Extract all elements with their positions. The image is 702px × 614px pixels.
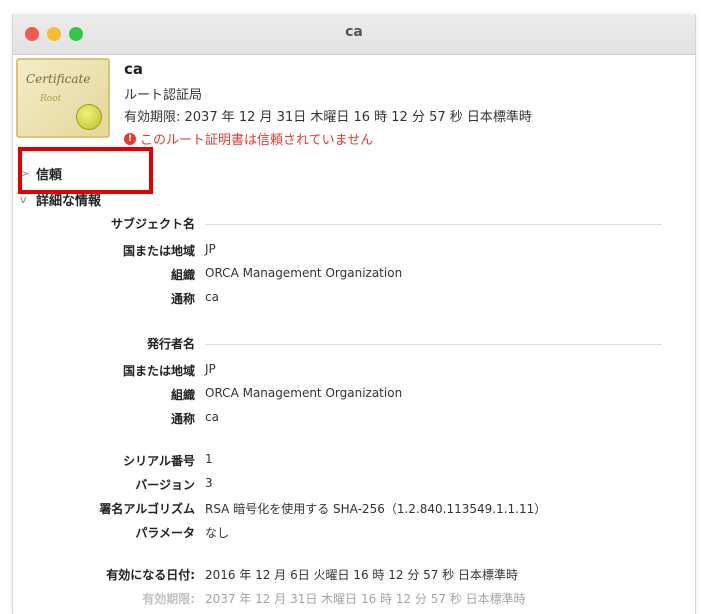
table-row: 有効期限: 2037 年 12 月 31日 木曜日 16 時 12 分 57 秒… — [0, 590, 682, 610]
certificate-icon-subscript: Root — [40, 94, 62, 104]
field-value: 2037 年 12 月 31日 木曜日 16 時 12 分 57 秒 日本標準時 — [205, 592, 526, 606]
window-title: ca — [345, 24, 363, 40]
table-row: 国または地域 JP — [0, 242, 682, 262]
field-value: ORCA Management Organization — [205, 386, 403, 400]
field-value: 3 — [205, 476, 213, 490]
field-value: 2016 年 12 月 6日 火曜日 16 時 12 分 57 秒 日本標準時 — [205, 568, 519, 582]
table-row: 署名アルゴリズム RSA 暗号化を使用する SHA-256（1.2.840.11… — [0, 500, 682, 520]
field-key: シリアル番号 — [123, 454, 195, 468]
field-key: バージョン — [135, 478, 195, 492]
field-key: 有効期限: — [142, 592, 195, 606]
disclosure-down-icon: v — [20, 193, 27, 206]
certificate-icon-script: Certificate — [26, 72, 91, 86]
certificate-icon: Certificate Root — [16, 58, 110, 138]
details-label: 詳細な情報 — [36, 194, 102, 209]
table-row: 国または地域 JP — [0, 362, 682, 382]
highlight-box — [18, 147, 153, 194]
trust-warning: ! このルート証明書は信頼されていません — [124, 129, 373, 148]
certificate-expiry: 有効期限: 2037 年 12 月 31日 木曜日 16 時 12 分 57 秒… — [124, 110, 532, 125]
field-key: 組織 — [170, 268, 195, 282]
field-value: JP — [205, 362, 216, 376]
certificate-name: ca — [124, 60, 144, 78]
subject-heading-row: サブジェクト名 — [0, 215, 682, 235]
divider — [205, 344, 662, 345]
trust-warning-text: このルート証明書は信頼されていません — [140, 133, 374, 148]
field-key: 国または地域 — [122, 364, 195, 378]
field-value: ca — [205, 290, 219, 304]
field-key: 国または地域 — [122, 244, 195, 258]
table-row: 有効になる日付: 2016 年 12 月 6日 火曜日 16 時 12 分 57… — [0, 566, 682, 586]
seal-icon — [76, 104, 102, 130]
field-value: 1 — [205, 452, 213, 466]
field-key: 通称 — [170, 412, 195, 426]
field-key: 通称 — [170, 292, 195, 306]
divider — [205, 224, 662, 225]
issuer-heading: 発行者名 — [146, 337, 195, 351]
certificate-type: ルート認証局 — [124, 88, 203, 103]
table-row: シリアル番号 1 — [0, 452, 682, 472]
details-disclosure[interactable]: v 詳細な情報 — [20, 190, 101, 209]
field-value: ca — [205, 410, 219, 424]
field-value: RSA 暗号化を使用する SHA-256（1.2.840.113549.1.1.… — [205, 502, 547, 516]
field-key: 署名アルゴリズム — [99, 502, 195, 516]
field-value: JP — [205, 242, 216, 256]
subject-heading: サブジェクト名 — [110, 217, 195, 231]
field-key: 有効になる日付: — [106, 568, 195, 582]
field-key: 組織 — [170, 388, 195, 402]
table-row: 通称 ca — [0, 410, 682, 430]
table-row: バージョン 3 — [0, 476, 682, 496]
field-value: ORCA Management Organization — [205, 266, 403, 280]
table-row: パラメータ なし — [0, 524, 682, 544]
table-row: 組織 ORCA Management Organization — [0, 266, 682, 286]
field-key: パラメータ — [135, 526, 195, 540]
issuer-heading-row: 発行者名 — [0, 335, 682, 355]
field-value: なし — [205, 526, 230, 540]
table-row: 組織 ORCA Management Organization — [0, 386, 682, 406]
table-row: 通称 ca — [0, 290, 682, 310]
title-bar: ca — [13, 14, 695, 55]
warning-icon: ! — [124, 132, 136, 145]
